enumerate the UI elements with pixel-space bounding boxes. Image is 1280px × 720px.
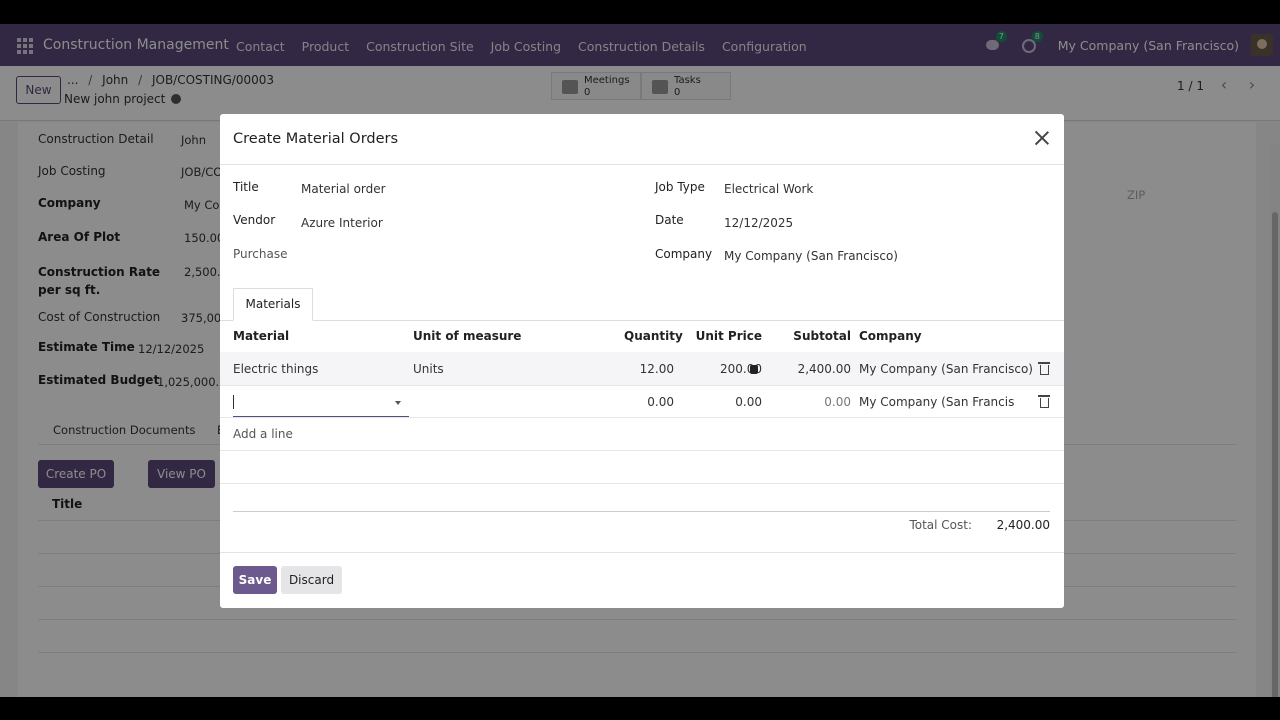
trash-icon[interactable] (1038, 362, 1050, 375)
tab-materials[interactable]: Materials (233, 288, 313, 321)
row-divider (220, 483, 1064, 484)
add-a-line-link[interactable]: Add a line (233, 427, 293, 441)
company-input[interactable]: My Company (San Francisco) (724, 249, 898, 263)
cell-subtotal: 2,400.00 (797, 362, 851, 376)
dialog-title: Create Material Orders (233, 131, 399, 147)
vendor-input[interactable]: Azure Interior (301, 216, 383, 230)
col-unit-of-measure[interactable]: Unit of measure (413, 329, 521, 343)
row-divider (220, 385, 1064, 386)
cell-subtotal-new: 0.00 (824, 395, 851, 409)
label-job-type: Job Type (655, 180, 705, 194)
cell-material[interactable]: Electric things (233, 362, 318, 376)
col-quantity[interactable]: Quantity (624, 329, 683, 343)
mouse-cursor-icon (750, 365, 758, 374)
cell-unit-price-new[interactable]: 0.00 (692, 395, 762, 409)
cell-quantity-new[interactable]: 0.00 (604, 395, 674, 409)
row-divider (220, 417, 1064, 418)
text-caret (233, 395, 234, 409)
col-material[interactable]: Material (233, 329, 289, 343)
label-company: Company (655, 247, 713, 261)
chevron-down-icon[interactable] (395, 401, 401, 405)
close-icon[interactable] (1034, 130, 1050, 146)
date-input[interactable]: 12/12/2025 (724, 216, 793, 230)
create-material-orders-dialog: Create Material Orders Title Material or… (220, 114, 1064, 608)
save-button[interactable]: Save (233, 566, 277, 594)
purchase-input[interactable] (301, 249, 501, 265)
row-divider (220, 450, 1064, 451)
total-cost-label: Total Cost: (909, 518, 972, 532)
title-input[interactable]: Material order (301, 182, 386, 196)
tab-divider (220, 320, 1064, 321)
cell-company[interactable]: My Company (San Francisco) (859, 362, 1033, 376)
footer-divider (220, 552, 1064, 553)
total-cost-value: 2,400.00 (996, 518, 1050, 532)
label-purchase: Purchase (233, 247, 288, 261)
label-title: Title (233, 180, 259, 194)
trash-icon[interactable] (1038, 395, 1050, 408)
material-dropdown-input[interactable] (233, 392, 409, 417)
header-divider (220, 164, 1064, 165)
total-divider (233, 511, 1050, 512)
label-vendor: Vendor (233, 213, 276, 227)
discard-button[interactable]: Discard (281, 566, 342, 594)
col-company[interactable]: Company (859, 329, 922, 343)
cell-quantity[interactable]: 12.00 (604, 362, 674, 376)
col-unit-price[interactable]: Unit Price (690, 329, 762, 343)
cell-company-new[interactable]: My Company (San Francis (859, 395, 1014, 409)
job-type-input[interactable]: Electrical Work (724, 182, 813, 196)
cell-uom[interactable]: Units (413, 362, 444, 376)
label-date: Date (655, 213, 684, 227)
col-subtotal[interactable]: Subtotal (780, 329, 851, 343)
